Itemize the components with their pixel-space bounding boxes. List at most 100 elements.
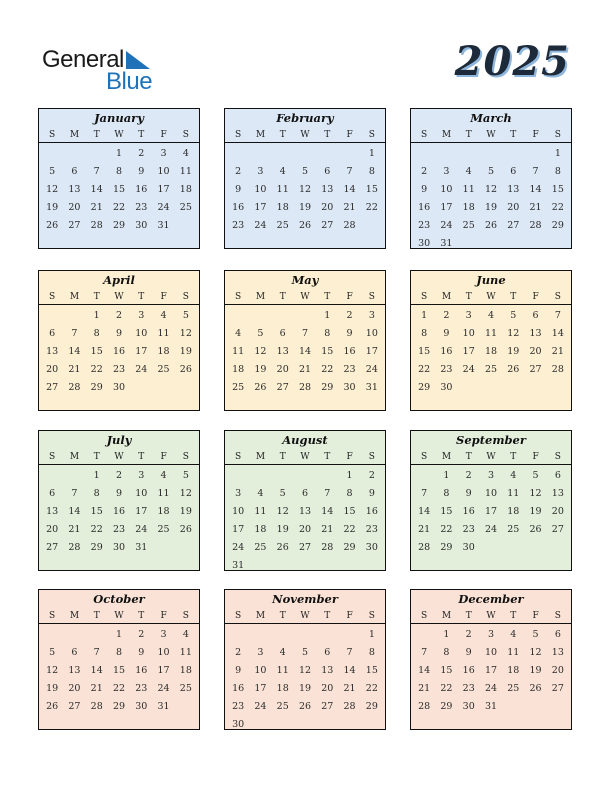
day-cell: 5: [182, 310, 189, 321]
empty-day-cell: [63, 467, 85, 485]
empty-day-cell: [294, 307, 316, 325]
day-cell: 22: [418, 364, 431, 375]
month-november: November S M T W T F S 1 2 3 4 5 6 7 8 9 10 11 12 13 14 15 16 17…: [224, 589, 386, 730]
day-cell: 20: [507, 202, 520, 213]
weekday-label: M: [441, 611, 452, 621]
day-cell: 7: [301, 328, 309, 339]
day-cell: 19: [46, 683, 59, 694]
day-cell: 18: [232, 364, 245, 375]
day-cell: 18: [507, 506, 520, 517]
day-cell: 10: [157, 647, 170, 658]
month-july: July S M T W T F S 1 2 3 4 5 6 7 8 9 10 11 12 13 14 15 16 17 18 19…: [38, 430, 200, 571]
weekday-label: T: [279, 452, 286, 462]
empty-day-cell: [249, 307, 271, 325]
day-cell: 4: [182, 148, 189, 159]
day-cell: 27: [529, 364, 542, 375]
day-cell: 28: [343, 701, 356, 712]
empty-day-cell: [249, 145, 271, 163]
weekday-label: M: [255, 292, 266, 302]
day-cell: 29: [440, 701, 453, 712]
day-cell: 6: [554, 470, 561, 481]
day-cell: 8: [93, 328, 100, 339]
empty-day-cell: [227, 145, 249, 163]
day-cell: 5: [257, 328, 264, 339]
day-cell: 19: [298, 202, 312, 213]
day-cell: 12: [46, 665, 59, 676]
weekday-label: S: [554, 452, 561, 462]
day-cell: 20: [46, 524, 59, 535]
day-cell: 6: [324, 166, 331, 177]
weekday-label: M: [441, 452, 452, 462]
day-grid: 1 2 3 4 5 6 7 8 9 10 11 12 13 14 15 16 17 18 19 20 21 22 23 24 2…: [39, 307, 199, 397]
day-cell: 5: [279, 488, 286, 499]
day-cell: 30: [112, 542, 126, 553]
day-cell: 22: [365, 683, 378, 694]
day-cell: 25: [462, 220, 475, 231]
empty-day-cell: [524, 145, 546, 163]
weekday-header: SMTWTFS: [225, 450, 385, 465]
day-cell: 23: [135, 202, 148, 213]
day-cell: 11: [276, 184, 289, 195]
day-cell: 23: [462, 683, 475, 694]
empty-day-cell: [294, 467, 316, 485]
day-cell: 27: [68, 701, 81, 712]
day-cell: 27: [551, 524, 564, 535]
day-cell: 25: [507, 524, 520, 535]
day-cell: 24: [157, 683, 170, 694]
empty-day-cell: [316, 467, 338, 485]
day-cell: 26: [179, 524, 192, 535]
day-cell: 18: [254, 524, 267, 535]
day-cell: 6: [71, 647, 78, 658]
day-cell: 14: [418, 506, 431, 517]
day-cell: 12: [484, 184, 498, 195]
weekday-label: T: [138, 130, 145, 140]
day-cell: 8: [368, 166, 375, 177]
day-cell: 17: [232, 524, 245, 535]
empty-day-cell: [41, 626, 63, 644]
day-cell: 30: [135, 220, 148, 231]
day-cell: 12: [529, 647, 542, 658]
day-cell: 13: [551, 647, 564, 658]
day-grid: 1 2 3 4 5 6 7 8 9 10 11 12 13 14 15 16 17 18 19 20 21 22 23 24 2…: [225, 145, 385, 235]
day-cell: 13: [68, 184, 81, 195]
weekday-label: T: [465, 611, 472, 621]
day-cell: 17: [157, 184, 170, 195]
day-cell: 28: [418, 542, 431, 553]
weekday-label: T: [138, 611, 145, 621]
day-cell: 1: [421, 310, 428, 321]
weekday-label: S: [368, 611, 375, 621]
empty-day-cell: [480, 145, 502, 163]
day-cell: 28: [529, 220, 542, 231]
day-cell: 19: [529, 665, 542, 676]
day-cell: 22: [440, 683, 453, 694]
day-cell: 24: [254, 220, 267, 231]
weekday-label: S: [235, 292, 242, 302]
day-cell: 14: [68, 506, 81, 517]
day-cell: 10: [484, 647, 498, 658]
weekday-label: F: [346, 292, 353, 302]
weekday-label: T: [510, 611, 517, 621]
weekday-label: S: [554, 611, 561, 621]
day-cell: 4: [182, 629, 189, 640]
day-cell: 27: [276, 382, 289, 393]
day-cell: 15: [112, 665, 126, 676]
month-title: July: [106, 433, 132, 447]
day-cell: 21: [529, 202, 542, 213]
day-cell: 29: [365, 701, 378, 712]
weekday-label: W: [114, 292, 124, 302]
day-cell: 22: [343, 524, 356, 535]
weekday-label: T: [93, 611, 100, 621]
day-grid: 1 2 3 4 5 6 7 8 9 10 11 12 13 14 15 16 17 18 19 20 21 22 23 24 2…: [411, 467, 571, 557]
day-cell: 24: [135, 364, 148, 375]
day-cell: 24: [254, 701, 267, 712]
day-cell: 21: [68, 364, 81, 375]
day-cell: 30: [343, 382, 356, 393]
day-cell: 23: [112, 364, 126, 375]
day-cell: 1: [324, 310, 331, 321]
weekday-label: M: [69, 611, 80, 621]
weekday-header: SMTWTFS: [411, 128, 571, 143]
day-cell: 26: [46, 220, 59, 231]
day-cell: 8: [443, 488, 450, 499]
day-cell: 29: [418, 382, 431, 393]
day-cell: 23: [462, 524, 475, 535]
